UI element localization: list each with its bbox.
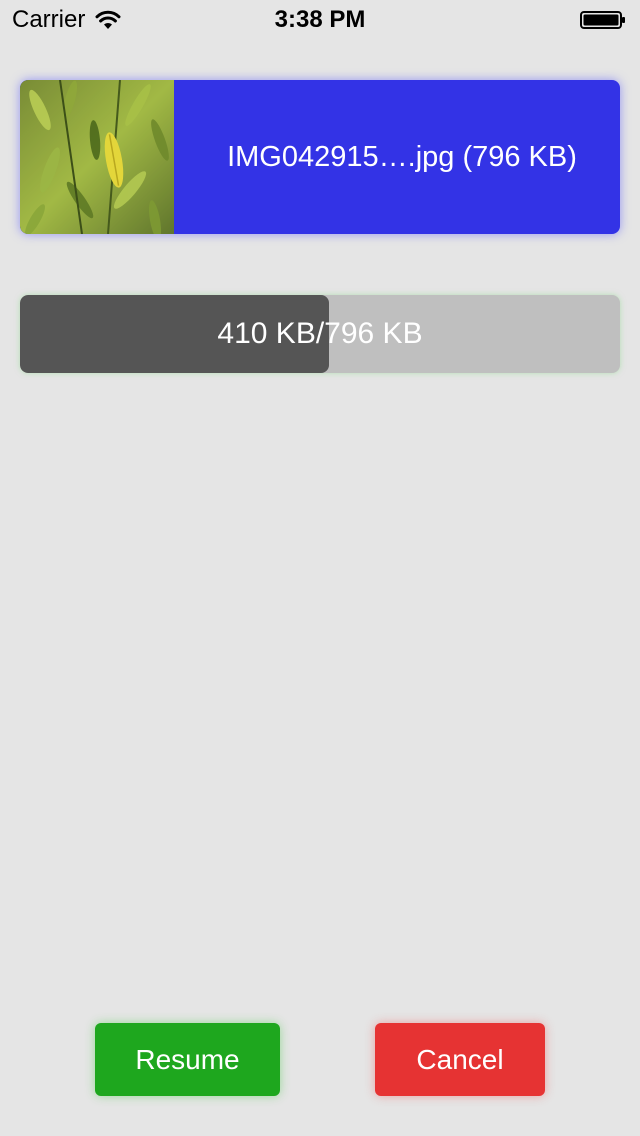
file-name-label: IMG042915….jpg (796 KB) <box>227 140 577 173</box>
cancel-button[interactable]: Cancel <box>375 1023 545 1096</box>
leaf-photo-thumbnail <box>20 80 174 234</box>
progress-label: 410 KB/796 KB <box>217 317 423 350</box>
status-bar: Carrier 3:38 PM <box>0 0 640 40</box>
status-time: 3:38 PM <box>274 6 366 33</box>
resume-button[interactable]: Resume <box>95 1023 280 1096</box>
file-card: IMG042915….jpg (796 KB) <box>20 80 620 234</box>
battery-icon <box>580 11 625 29</box>
download-progress-bar: 410 KB/796 KB <box>20 295 620 373</box>
